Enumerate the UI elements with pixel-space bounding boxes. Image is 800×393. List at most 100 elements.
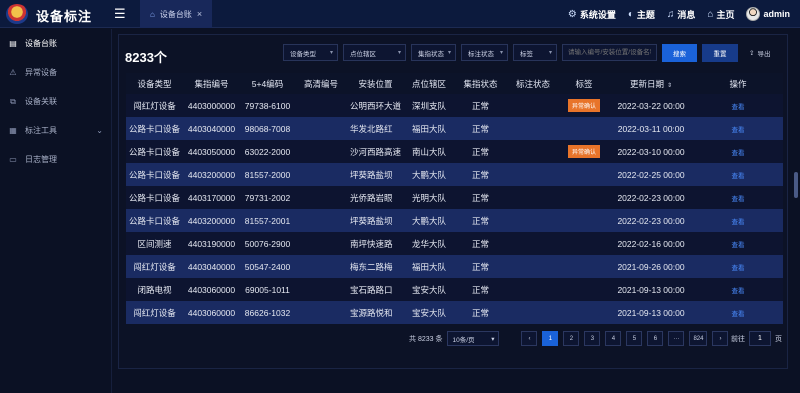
cell-type: 闯红灯设备 <box>126 301 183 324</box>
cell-date: 2022-03-11 00:00 <box>609 117 693 140</box>
messages-button[interactable]: ♫ 消息 <box>667 8 696 21</box>
reset-button[interactable]: 重置 <box>702 44 738 62</box>
col-54-code[interactable]: 5+4编码 <box>240 73 295 94</box>
view-link[interactable]: 查看 <box>732 173 745 180</box>
page-button[interactable]: 824 <box>689 331 708 346</box>
filter-device-type[interactable]: 设备类型 ▾ <box>283 44 338 61</box>
sidebar-item-device-association[interactable]: ⧉ 设备关联 <box>0 87 111 116</box>
cell-mark <box>507 186 559 209</box>
cell-code: 4403060000 <box>183 301 240 324</box>
cell-code: 4403060000 <box>183 278 240 301</box>
cell-tag <box>559 209 609 232</box>
theme-button[interactable]: ◐ 主题 <box>628 8 655 21</box>
cell-status: 正常 <box>454 94 507 117</box>
view-link[interactable]: 查看 <box>732 242 745 249</box>
cell-code: 4403190000 <box>183 232 240 255</box>
cell-date: 2022-02-16 00:00 <box>609 232 693 255</box>
cell-area: 南山大队 <box>404 140 454 163</box>
main-panel: 8233个 设备类型▾ 点位辖区▾ 集指状态▾ 标注状态▾ 标签▾ 搜索 重置 … <box>118 34 788 369</box>
sidebar-item-log-management[interactable]: ▭ 日志管理 <box>0 145 111 174</box>
page-button[interactable]: 4 <box>605 331 622 346</box>
link-icon: ⧉ <box>10 96 16 106</box>
cell-code54: 50076-2900 <box>240 232 295 255</box>
user-name: admin <box>763 9 790 19</box>
prev-page-button[interactable]: ‹ <box>521 331 538 346</box>
filter-area[interactable]: 点位辖区 ▾ <box>343 44 406 61</box>
view-link[interactable]: 查看 <box>732 265 745 272</box>
cell-action: 查看 <box>693 301 783 324</box>
cell-date: 2022-02-25 00:00 <box>609 163 693 186</box>
menu-toggle-icon[interactable]: ☰ <box>114 6 126 22</box>
col-collect-code[interactable]: 集指编号 <box>183 73 240 94</box>
cell-mark <box>507 163 559 186</box>
view-link[interactable]: 查看 <box>732 288 745 295</box>
cell-action: 查看 <box>693 209 783 232</box>
table-row: 公路卡口设备 4403200000 81557-2000 坪葵路盐坝 大鹏大队 正常 202… <box>126 163 783 186</box>
view-link[interactable]: 查看 <box>732 104 745 111</box>
col-mark-status[interactable]: 标注状态 <box>507 73 559 94</box>
cell-mark <box>507 117 559 140</box>
messages-label: 消息 <box>677 9 696 20</box>
system-settings-button[interactable]: ⚙ 系统设置 <box>568 8 616 21</box>
home-button[interactable]: ⌂ 主页 <box>707 8 734 21</box>
col-device-type[interactable]: 设备类型 <box>126 73 183 94</box>
close-icon[interactable]: × <box>197 9 202 19</box>
gear-icon: ⚙ <box>567 8 577 20</box>
view-link[interactable]: 查看 <box>732 311 745 318</box>
page-button[interactable]: 3 <box>584 331 601 346</box>
filter-mark-status[interactable]: 标注状态 ▾ <box>461 44 508 61</box>
sidebar-item-abnormal-devices[interactable]: ⚠ 异常设备 <box>0 58 111 87</box>
cell-hd <box>295 94 347 117</box>
page-button[interactable]: 5 <box>626 331 643 346</box>
export-icon: ⇪ <box>749 50 755 57</box>
col-update-date[interactable]: 更新日期 ⇕ <box>609 73 693 94</box>
chevron-down-icon: ▾ <box>548 50 552 56</box>
filter-collect-status[interactable]: 集指状态 ▾ <box>411 44 456 61</box>
cell-status: 正常 <box>454 301 507 324</box>
cell-date: 2022-03-10 00:00 <box>609 140 693 163</box>
col-hd-code[interactable]: 高清编号 <box>295 73 347 94</box>
sidebar-item-device-ledger[interactable]: ▤ 设备台账 <box>0 29 111 58</box>
export-button[interactable]: ⇪ 导出 <box>749 44 770 62</box>
home-icon: ⌂ <box>707 8 714 20</box>
search-button[interactable]: 搜索 <box>662 44 697 62</box>
cell-location: 宝源路悦和 <box>347 301 404 324</box>
page-button[interactable]: 2 <box>563 331 580 346</box>
filter-tag[interactable]: 标签 ▾ <box>513 44 557 61</box>
cell-status: 正常 <box>454 163 507 186</box>
cell-status: 正常 <box>454 140 507 163</box>
view-link[interactable]: 查看 <box>732 150 745 157</box>
view-link[interactable]: 查看 <box>732 196 745 203</box>
page-button[interactable]: 6 <box>647 331 664 346</box>
top-nav: ⚙ 系统设置 ◐ 主题 ♫ 消息 ⌂ 主页 admin <box>568 0 790 28</box>
col-area[interactable]: 点位辖区 <box>404 73 454 94</box>
cell-code: 4403040000 <box>183 255 240 278</box>
page-size-select[interactable]: 10条/页 ▾ <box>447 331 500 346</box>
cell-type: 公路卡口设备 <box>126 186 183 209</box>
cell-area: 福田大队 <box>404 255 454 278</box>
goto-page-input[interactable] <box>749 331 771 346</box>
view-link[interactable]: 查看 <box>732 127 745 134</box>
scrollbar-thumb[interactable] <box>794 172 798 198</box>
sidebar-item-annotation-tools[interactable]: ▦ 标注工具 ⌄ <box>0 116 111 145</box>
user-menu[interactable]: admin <box>746 7 790 21</box>
cell-area: 宝安大队 <box>404 301 454 324</box>
avatar <box>746 7 761 21</box>
col-location[interactable]: 安装位置 <box>347 73 404 94</box>
search-input[interactable] <box>562 44 657 61</box>
page-ellipsis[interactable]: ··· <box>668 331 685 346</box>
col-collect-status[interactable]: 集指状态 <box>454 73 507 94</box>
sort-icon[interactable]: ⇕ <box>667 83 672 89</box>
next-page-button[interactable]: › <box>712 331 729 346</box>
cell-status: 正常 <box>454 278 507 301</box>
col-tag[interactable]: 标签 <box>559 73 609 94</box>
system-settings-label: 系统设置 <box>579 9 616 20</box>
cell-location: 南坪快速路 <box>347 232 404 255</box>
cell-tag <box>559 301 609 324</box>
chevron-left-icon: ‹ <box>528 335 531 342</box>
cell-area: 大鹏大队 <box>404 163 454 186</box>
cell-action: 查看 <box>693 140 783 163</box>
view-link[interactable]: 查看 <box>732 219 745 226</box>
page-button[interactable]: 1 <box>542 331 559 346</box>
tab-device-ledger[interactable]: ⌂ 设备台账 × <box>140 0 213 28</box>
